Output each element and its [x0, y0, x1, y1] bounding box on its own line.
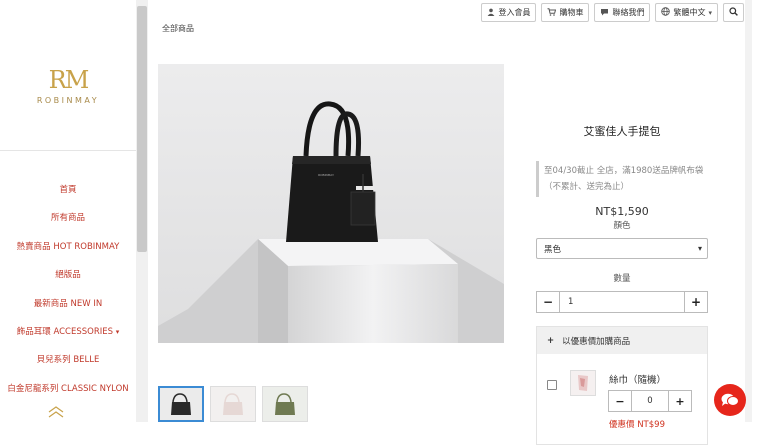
top-toolbar: 登入會員 購物車 聯絡我們 繁體中文 ▾	[481, 3, 744, 22]
contact-button[interactable]: 聯絡我們	[594, 3, 651, 22]
thumbnail-green[interactable]	[262, 386, 308, 422]
scroll-up-chevron-icon[interactable]	[44, 406, 68, 420]
sidebar: RM ROBINMAY 首頁 所有商品 熱賣商品 HOT ROBINMAY 絕版…	[0, 0, 148, 422]
nav-item-classic-nylon[interactable]: 白金尼龍系列 CLASSIC NYLON	[0, 379, 136, 407]
quantity-decrease-button[interactable]: −	[536, 291, 560, 313]
addon-quantity-input[interactable]: 0	[632, 390, 668, 412]
product-main-image[interactable]: ROBINMAY	[158, 64, 504, 343]
logo-monogram: RM	[48, 66, 90, 94]
language-dropdown[interactable]: 繁體中文 ▾	[655, 3, 718, 22]
product-title: 艾蜜佳人手提包	[583, 125, 661, 138]
color-select-value: 黑色	[544, 244, 562, 255]
addon-decrease-button[interactable]: −	[608, 390, 632, 412]
logo[interactable]: RM ROBINMAY	[0, 66, 136, 105]
caret-down-icon: ▾	[115, 327, 120, 336]
page-scrollbar[interactable]	[745, 0, 752, 422]
promo-text: 至04/30截止 全店，滿1980送品牌帆布袋（不累計、送完為止）	[536, 161, 708, 197]
nav-item-discontinued[interactable]: 絕版品	[0, 265, 136, 293]
addon-header[interactable]: + 以優惠價加購商品	[537, 327, 707, 354]
chat-bubble-icon	[600, 8, 609, 18]
addon-header-label: 以優惠價加購商品	[562, 336, 631, 347]
thumbnail-pink[interactable]	[210, 386, 256, 422]
breadcrumb[interactable]: 全部商品	[162, 23, 194, 34]
chat-icon	[721, 393, 739, 406]
nav-item-accessories[interactable]: 飾品耳環 ACCESSORIES ▾	[0, 322, 136, 350]
search-icon	[729, 7, 738, 18]
caret-down-icon: ▾	[708, 8, 712, 17]
nav-item-accessories-label: 飾品耳環 ACCESSORIES	[16, 326, 116, 337]
addon-item: 絲巾（隨機） − 0 + 優惠價 NT$99	[537, 354, 707, 444]
nav-item-belle[interactable]: 貝兒系列 BELLE	[0, 350, 136, 378]
contact-label: 聯絡我們	[612, 8, 645, 17]
login-label: 登入會員	[498, 8, 531, 17]
search-button[interactable]	[723, 3, 744, 22]
addon-name: 絲巾（隨機）	[609, 375, 667, 386]
globe-icon	[661, 7, 671, 18]
nav-item-home[interactable]: 首頁	[0, 180, 136, 208]
quantity-input[interactable]: 1	[560, 291, 684, 313]
cart-icon	[547, 7, 557, 18]
nav-item-all-products[interactable]: 所有商品	[0, 208, 136, 236]
addon-quantity-stepper: − 0 +	[608, 390, 692, 412]
sidebar-divider	[0, 150, 136, 151]
product-price: NT$1,590	[595, 205, 649, 218]
color-select[interactable]: 黑色 ▾	[536, 238, 708, 259]
addon-checkbox[interactable]	[547, 380, 557, 390]
nav-item-hot[interactable]: 熱賣商品 HOT ROBINMAY	[0, 237, 136, 265]
bag-brand-text: ROBINMAY	[318, 173, 334, 177]
addon-image	[570, 370, 596, 396]
thumbnail-black[interactable]	[158, 386, 204, 422]
language-label: 繁體中文	[673, 8, 706, 17]
sidebar-nav: 首頁 所有商品 熱賣商品 HOT ROBINMAY 絕版品 最新商品 NEW I…	[0, 180, 136, 407]
quantity-stepper: − 1 +	[536, 291, 708, 313]
logo-wordmark: ROBINMAY	[36, 96, 100, 105]
caret-down-icon: ▾	[697, 244, 702, 253]
color-label: 顏色	[613, 221, 631, 231]
user-icon	[487, 8, 495, 18]
cart-button[interactable]: 購物車	[541, 3, 590, 22]
quantity-label: 數量	[613, 274, 631, 284]
main-content: 登入會員 購物車 聯絡我們 繁體中文 ▾ 全部商品 ROBINMAY 艾蜜佳人手…	[148, 0, 752, 445]
plus-icon: +	[547, 335, 555, 346]
addon-price: 優惠價 NT$99	[609, 420, 665, 430]
addon-panel: + 以優惠價加購商品 絲巾（隨機） − 0 + 優惠價 NT$99	[536, 326, 708, 445]
nav-item-new-in[interactable]: 最新商品 NEW IN	[0, 294, 136, 322]
addon-increase-button[interactable]: +	[668, 390, 692, 412]
cart-label: 購物車	[559, 8, 584, 17]
login-button[interactable]: 登入會員	[481, 3, 537, 22]
product-info: 艾蜜佳人手提包 至04/30截止 全店，滿1980送品牌帆布袋（不累計、送完為止…	[536, 120, 708, 445]
quantity-increase-button[interactable]: +	[684, 291, 708, 313]
sidebar-scrollbar-thumb[interactable]	[137, 6, 147, 252]
chat-button[interactable]	[714, 384, 746, 416]
thumbnail-strip	[158, 386, 308, 422]
